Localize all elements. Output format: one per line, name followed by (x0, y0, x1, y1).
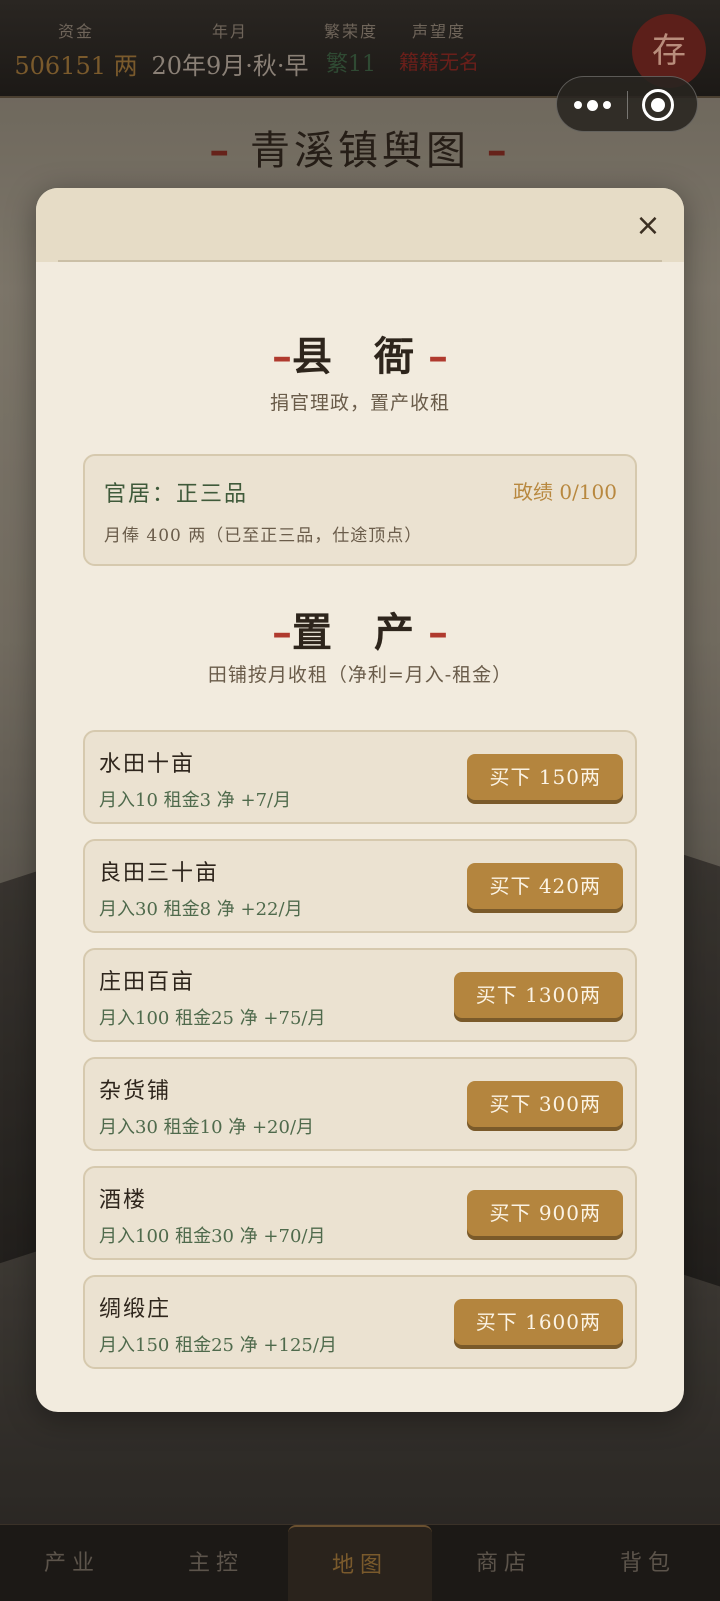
property-name: 杂货铺 (99, 1079, 172, 1104)
fame-label: 声望度 (411, 22, 466, 41)
property-income: 月入150 租金25 净 +125/月 (99, 1335, 337, 1356)
fame-value: 籍籍无名 (399, 50, 479, 74)
buy-button[interactable]: 买下 1300两 (453, 972, 623, 1018)
bottom-nav: 产业 主控 地图 商店 背包 (0, 1524, 720, 1601)
nav-tab-industry[interactable]: 产业 (0, 1525, 144, 1601)
capsule-divider (627, 91, 628, 119)
property-card: 杂货铺 月入30 租金10 净 +20/月 买下 300两 (83, 1057, 637, 1151)
property-income: 月入30 租金8 净 +22/月 (99, 899, 303, 920)
official-rank: 官居：正三品 (104, 482, 249, 507)
property-card: 酒楼 月入100 租金30 净 +70/月 买下 900两 (83, 1166, 637, 1260)
county-office-modal: × –县 衙– 捐官理政，置产收租 官居：正三品 政绩 0/100 月俸 400… (36, 188, 684, 1412)
office-title: –县 衙– (272, 333, 448, 380)
buy-button[interactable]: 买下 900两 (467, 1190, 623, 1236)
date-value: 20年9月·秋·早 (151, 52, 309, 80)
date-stat: 年月 20年9月·秋·早 (150, 18, 310, 81)
merit-points: 政绩 0/100 (513, 480, 617, 504)
nav-tab-bag[interactable]: 背包 (576, 1525, 720, 1601)
money-label: 资金 (57, 22, 94, 41)
nav-tab-main[interactable]: 主控 (144, 1525, 288, 1601)
property-card: 绸缎庄 月入150 租金25 净 +125/月 买下 1600两 (83, 1275, 637, 1369)
prosperity-label: 繁荣度 (323, 22, 378, 41)
property-income: 月入10 租金3 净 +7/月 (99, 790, 292, 811)
buy-button[interactable]: 买下 150两 (467, 754, 623, 800)
official-rank-card: 官居：正三品 政绩 0/100 月俸 400 两（已至正三品，仕途顶点） (83, 454, 637, 566)
exit-miniprogram-icon[interactable] (642, 89, 674, 121)
miniprogram-capsule (556, 76, 698, 132)
property-income: 月入100 租金25 净 +75/月 (99, 1008, 326, 1029)
property-card: 水田十亩 月入10 租金3 净 +7/月 买下 150两 (83, 730, 637, 824)
prosperity-stat: 繁荣度 繁11 (316, 18, 386, 78)
buy-button[interactable]: 买下 420两 (467, 863, 623, 909)
monthly-salary: 月俸 400 两（已至正三品，仕途顶点） (104, 526, 423, 546)
property-card: 良田三十亩 月入30 租金8 净 +22/月 买下 420两 (83, 839, 637, 933)
property-income: 月入100 租金30 净 +70/月 (99, 1226, 326, 1247)
property-name: 酒楼 (99, 1188, 148, 1213)
estate-subtitle: 田铺按月收租（净利=月入-租金） (207, 664, 513, 686)
estate-title: –置 产– (272, 609, 448, 656)
close-icon[interactable]: × (628, 206, 668, 246)
property-name: 水田十亩 (99, 752, 196, 777)
money-stat: 资金 506151 两 (14, 18, 138, 81)
modal-header (36, 188, 684, 262)
nav-tab-map[interactable]: 地图 (288, 1525, 432, 1601)
buy-button[interactable]: 买下 1600两 (453, 1299, 623, 1345)
modal-header-divider (58, 260, 662, 262)
nav-tab-shop[interactable]: 商店 (432, 1525, 576, 1601)
fame-stat: 声望度 籍籍无名 (392, 18, 486, 75)
money-value: 506151 两 (14, 52, 138, 80)
date-label: 年月 (211, 22, 248, 41)
property-card: 庄田百亩 月入100 租金25 净 +75/月 买下 1300两 (83, 948, 637, 1042)
buy-button[interactable]: 买下 300两 (467, 1081, 623, 1127)
property-name: 良田三十亩 (99, 861, 220, 886)
property-name: 绸缎庄 (99, 1297, 172, 1322)
prosperity-value: 繁11 (326, 52, 376, 77)
property-income: 月入30 租金10 净 +20/月 (99, 1117, 315, 1138)
office-subtitle: 捐官理政，置产收租 (269, 392, 450, 414)
property-name: 庄田百亩 (99, 970, 196, 995)
more-menu-icon[interactable] (557, 77, 627, 133)
